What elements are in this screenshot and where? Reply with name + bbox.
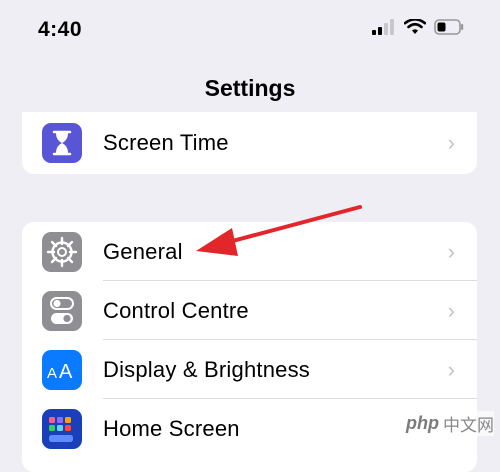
toggles-icon (42, 290, 82, 331)
chevron-right-icon: › (447, 238, 455, 264)
settings-row-screen-time[interactable]: Screen Time › (22, 112, 477, 174)
chevron-right-icon: › (447, 130, 455, 155)
svg-text:A: A (47, 365, 57, 381)
status-bar: 4:40 (0, 0, 500, 60)
settings-row-label: Screen Time (103, 130, 229, 155)
settings-row-label: Display & Brightness (103, 356, 310, 382)
settings-row-label: Home Screen (103, 415, 240, 441)
page-title: Settings (204, 75, 296, 101)
hourglass-icon (42, 123, 82, 163)
settings-row-label: Control Centre (103, 297, 249, 323)
chevron-right-icon: › (447, 356, 455, 382)
watermark-text: 中文网 (443, 416, 494, 435)
settings-row-control-centre[interactable]: Control Centre › (22, 281, 477, 340)
svg-text:A: A (59, 361, 73, 381)
status-icons (372, 19, 464, 35)
gear-icon (42, 231, 82, 272)
settings-row-label: General (103, 238, 183, 264)
chevron-right-icon: › (447, 297, 455, 323)
settings-group-screen-time: Screen Time › (22, 112, 477, 174)
watermark: php 中文网 (406, 411, 494, 436)
battery-icon (434, 19, 464, 35)
status-time: 4:40 (38, 18, 83, 41)
wifi-icon (404, 19, 426, 34)
cellular-signal-icon (372, 19, 394, 35)
text-size-icon: A A (42, 349, 82, 390)
settings-row-general[interactable]: General › (22, 222, 477, 281)
watermark-logo: php (406, 413, 439, 433)
settings-row-display-brightness[interactable]: A A Display & Brightness › (22, 340, 477, 399)
app-grid-icon (42, 408, 82, 449)
